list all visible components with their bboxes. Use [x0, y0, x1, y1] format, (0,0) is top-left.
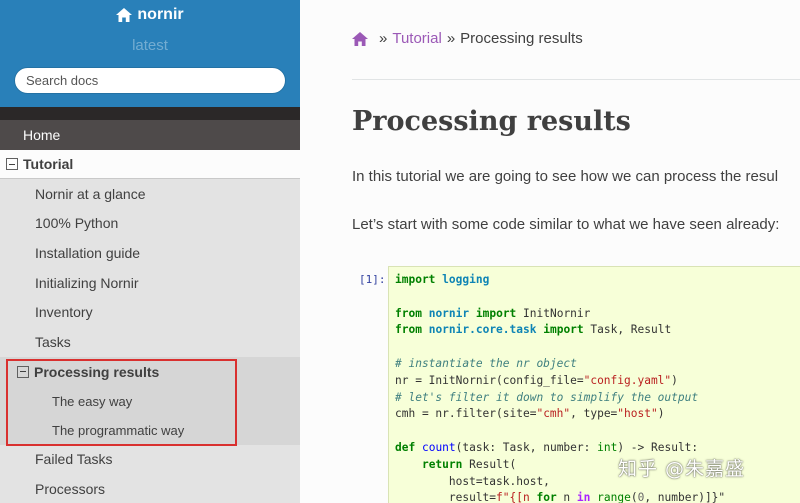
- sidebar-item-label: Processors: [35, 480, 106, 497]
- sidebar-item-label: The easy way: [52, 393, 133, 409]
- sidebar-divider: [0, 107, 300, 120]
- sidebar-item-processing-results[interactable]: Processing results: [0, 356, 300, 387]
- project-name: nornir: [137, 6, 184, 23]
- sidebar-item-processors[interactable]: Processors: [0, 474, 300, 503]
- sidebar-item-home[interactable]: Home: [0, 120, 300, 150]
- sidebar-item-label: Initializing Nornir: [35, 274, 139, 291]
- sidebar-item-the-programmatic-way[interactable]: The programmatic way: [0, 415, 300, 445]
- sidebar-item-the-easy-way[interactable]: The easy way: [0, 386, 300, 416]
- code-intro-paragraph: Let’s start with some code similar to wh…: [352, 216, 780, 233]
- sidebar-header: nornir latest: [0, 0, 300, 107]
- sidebar-item-label: Home: [23, 127, 61, 143]
- sidebar-item-100-python[interactable]: 100% Python: [0, 208, 300, 239]
- breadcrumb-divider: [352, 79, 800, 80]
- project-home-link[interactable]: nornir: [116, 6, 184, 24]
- sidebar-item-label: Installation guide: [35, 244, 141, 261]
- sidebar-item-inventory[interactable]: Inventory: [0, 297, 300, 327]
- search-input[interactable]: [14, 67, 286, 94]
- version-label: latest: [132, 37, 168, 54]
- sidebar-item-label: Tasks: [35, 333, 71, 350]
- sidebar-item-label: Inventory: [35, 304, 93, 321]
- sidebar-item-nornir-at-a-glance[interactable]: Nornir at a glance: [0, 179, 300, 209]
- intro-paragraph: In this tutorial we are going to see how…: [352, 168, 779, 185]
- collapse-toggle-icon[interactable]: [6, 158, 18, 170]
- breadcrumb-link-tutorial[interactable]: Tutorial: [392, 30, 441, 47]
- sidebar-item-label: Failed Tasks: [35, 451, 113, 468]
- sidebar-item-initializing-nornir[interactable]: Initializing Nornir: [0, 267, 300, 298]
- page-title: Processing results: [352, 106, 631, 137]
- breadcrumb: » Tutorial » Processing results: [352, 30, 583, 47]
- sidebar-item-label: Nornir at a glance: [35, 185, 146, 202]
- sidebar-item-label: Processing results: [34, 363, 160, 380]
- watermark: 知乎 @朱嘉盛: [618, 458, 746, 480]
- sidebar-item-tasks[interactable]: Tasks: [0, 326, 300, 357]
- sidebar: nornir latest Home Tutorial Nornir at a …: [0, 0, 300, 503]
- sidebar-item-label: 100% Python: [35, 215, 119, 232]
- cell-prompt: [1]:: [359, 273, 386, 286]
- breadcrumb-current: Processing results: [460, 30, 583, 47]
- home-icon: [116, 8, 133, 22]
- breadcrumb-separator: »: [446, 30, 456, 47]
- breadcrumb-separator: »: [379, 30, 388, 47]
- main-content: » Tutorial » Processing results Processi…: [300, 0, 800, 503]
- sidebar-item-label: The programmatic way: [52, 422, 185, 438]
- sidebar-item-failed-tasks[interactable]: Failed Tasks: [0, 444, 300, 475]
- tutorial-subnav: Nornir at a glance 100% Python Installat…: [0, 179, 300, 503]
- sidebar-item-tutorial[interactable]: Tutorial: [0, 150, 300, 179]
- collapse-toggle-icon[interactable]: [17, 365, 29, 378]
- home-icon[interactable]: [352, 31, 368, 46]
- sidebar-item-installation-guide[interactable]: Installation guide: [0, 238, 300, 268]
- sidebar-item-label: Tutorial: [23, 156, 74, 172]
